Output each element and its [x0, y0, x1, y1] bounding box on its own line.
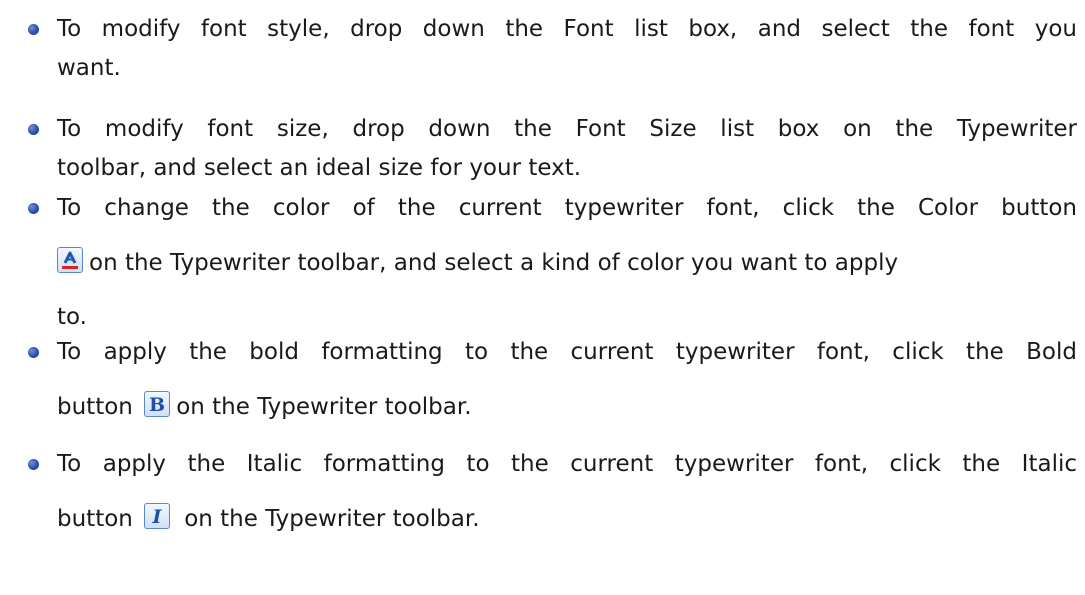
list-item-text: to.	[57, 304, 87, 330]
font-color-icon	[57, 246, 83, 273]
bullet-point	[28, 459, 39, 470]
bullet-point	[28, 124, 39, 135]
list-item-text: on the Typewriter toolbar.	[184, 506, 480, 532]
list-item-text: To apply the bold formatting to the curr…	[57, 339, 1077, 365]
list-item-text: To change the color of the current typew…	[57, 195, 1077, 221]
bullet-point	[28, 24, 39, 35]
list-item-text: To modify font size, drop down the Font …	[57, 116, 1077, 142]
list-item-line: button B on the Typewriter toolbar.	[57, 390, 472, 421]
list-item-text: To modify font style, drop down the Font…	[57, 16, 1077, 42]
bullet-point	[28, 347, 39, 358]
list-item-line: button I on the Typewriter toolbar.	[57, 502, 480, 533]
list-item-text: To apply the Italic formatting to the cu…	[57, 451, 1077, 477]
list-item-text: button	[57, 394, 133, 420]
svg-text:I: I	[152, 506, 163, 528]
bullet-point	[28, 203, 39, 214]
svg-text:B: B	[149, 394, 165, 416]
list-item-line: on the Typewriter toolbar, and select a …	[57, 246, 899, 277]
list-item-text: want.	[57, 55, 121, 81]
bold-icon: B	[144, 390, 171, 417]
list-item-text: button	[57, 506, 133, 532]
list-item-text: toolbar, and select an ideal size for yo…	[57, 155, 582, 181]
italic-icon: I	[144, 502, 171, 529]
list-item-text: on the Typewriter toolbar, and select a …	[89, 250, 899, 276]
list-item-text: on the Typewriter toolbar.	[176, 394, 472, 420]
